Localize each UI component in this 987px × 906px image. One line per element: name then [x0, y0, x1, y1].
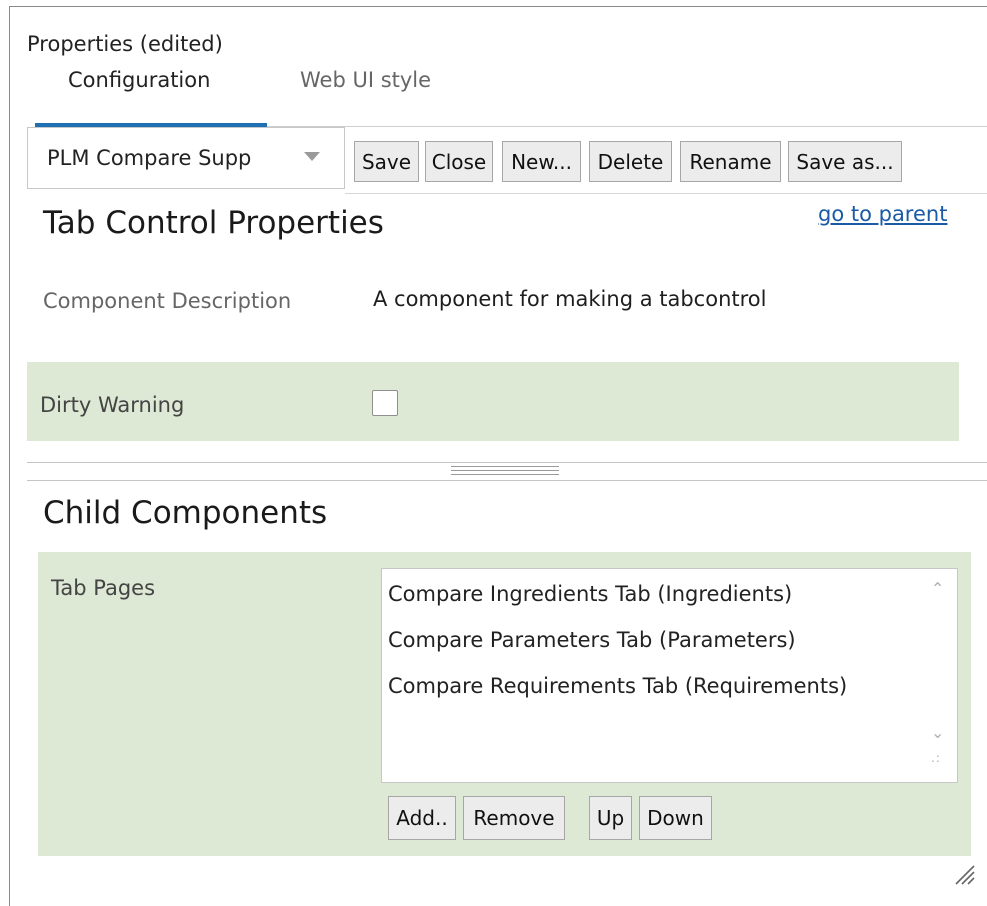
toolbar-divider [345, 193, 987, 194]
tab-pages-listbox[interactable]: Compare Ingredients Tab (Ingredients) Co… [381, 568, 958, 783]
new-button[interactable]: New... [502, 141, 581, 182]
up-button[interactable]: Up [589, 796, 632, 840]
component-select[interactable]: PLM Compare Supp [27, 127, 345, 189]
scroll-up-icon[interactable]: ⌃ [931, 579, 944, 598]
tab-pages-label: Tab Pages [51, 576, 156, 600]
tab-web-ui-style[interactable]: Web UI style [300, 68, 431, 92]
splitter-grip-icon[interactable] [451, 466, 559, 467]
listbox-resize-icon[interactable]: .: [931, 752, 941, 764]
save-button[interactable]: Save [354, 141, 419, 182]
close-button[interactable]: Close [425, 141, 493, 182]
delete-button[interactable]: Delete [589, 141, 672, 182]
child-components-title: Child Components [43, 495, 328, 531]
scroll-down-icon[interactable]: ⌄ [931, 723, 944, 742]
list-item[interactable]: Compare Ingredients Tab (Ingredients) [388, 582, 792, 606]
component-description-label: Component Description [43, 289, 292, 313]
resize-grip-icon[interactable] [952, 862, 976, 886]
splitter-bottom-line [27, 480, 987, 481]
save-as-button[interactable]: Save as... [788, 141, 902, 182]
panel-title: Properties (edited) [27, 32, 223, 56]
dirty-warning-label: Dirty Warning [40, 393, 185, 417]
down-button[interactable]: Down [639, 796, 712, 840]
rename-button[interactable]: Rename [680, 141, 781, 182]
dirty-warning-checkbox[interactable] [372, 390, 398, 416]
tab-configuration[interactable]: Configuration [68, 68, 210, 92]
go-to-parent-link[interactable]: go to parent [818, 202, 947, 226]
add-button[interactable]: Add.. [388, 796, 456, 840]
splitter-top-line [27, 462, 987, 463]
component-description-value: A component for making a tabcontrol [373, 287, 767, 311]
list-item[interactable]: Compare Requirements Tab (Requirements) [388, 674, 847, 698]
list-item[interactable]: Compare Parameters Tab (Parameters) [388, 628, 796, 652]
tab-control-properties-title: Tab Control Properties [43, 205, 384, 241]
splitter-grip-line[interactable] [451, 474, 559, 475]
splitter-grip-line[interactable] [451, 470, 559, 471]
remove-button[interactable]: Remove [463, 796, 565, 840]
component-select-value: PLM Compare Supp [47, 146, 252, 170]
tab-strip-divider [267, 126, 987, 127]
dropdown-arrow-icon [304, 152, 320, 161]
